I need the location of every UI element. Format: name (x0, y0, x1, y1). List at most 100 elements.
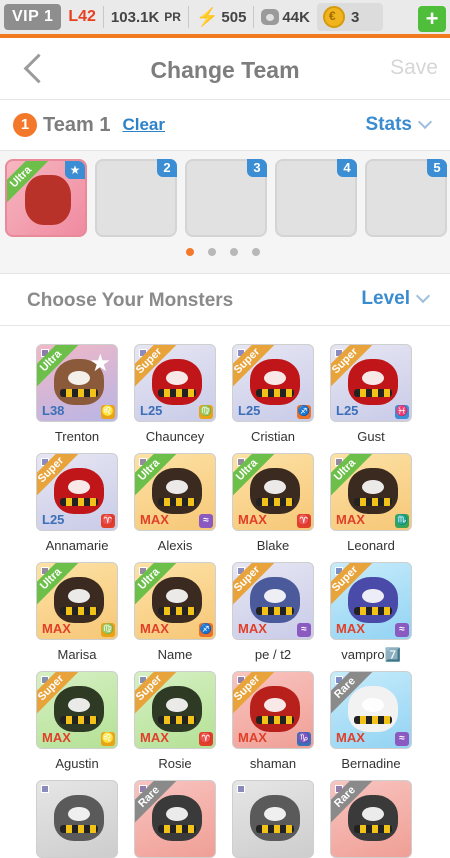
monster-name: vampro7️⃣ (341, 647, 401, 662)
element-sign-icon: ♈ (297, 514, 311, 528)
monster-card[interactable]: Ultra MAX ♐ (134, 562, 216, 640)
team-slot[interactable]: 4 (275, 159, 357, 237)
monster-card[interactable]: Ultra MAX ♍ (36, 562, 118, 640)
clear-team-button[interactable]: Clear (122, 115, 165, 135)
monster-level: L38 (42, 403, 65, 418)
team-name: Team 1 (43, 113, 111, 136)
page-dot[interactable] (252, 248, 260, 256)
team-slot[interactable]: Ultra ★ (5, 159, 87, 237)
monster-card[interactable]: Super MAX ≈ (330, 562, 412, 640)
monster-level: MAX (336, 512, 365, 527)
monster-portrait (250, 577, 300, 623)
monster-card[interactable]: Super MAX ♈ (134, 671, 216, 749)
monster-portrait (250, 795, 300, 841)
star-icon: ★ (89, 350, 111, 377)
power-rating: 103.1K PR (107, 9, 185, 26)
back-button[interactable] (18, 52, 52, 86)
monster-portrait (348, 686, 398, 732)
monster-card[interactable]: Super MAX ≈ (232, 562, 314, 640)
monster-portrait (152, 795, 202, 841)
monster-card[interactable]: Rare (134, 780, 216, 858)
energy-counter[interactable]: ⚡ 505 (192, 7, 250, 28)
monster-portrait (54, 468, 104, 514)
team-slots: Ultra ★ 2 3 4 5 (0, 150, 450, 274)
coin-value: 3 (350, 8, 360, 26)
power-unit: PR (164, 10, 181, 24)
monster-level: MAX (238, 730, 267, 745)
energy-value: 505 (221, 8, 247, 26)
element-sign-icon: ♓ (395, 405, 409, 419)
add-currency-button[interactable]: + (418, 6, 446, 32)
team-slot[interactable]: 2 (95, 159, 177, 237)
element-sign-icon: ♈ (199, 732, 213, 746)
monster-card[interactable]: Rare (330, 780, 412, 858)
monster-card[interactable]: Super MAX ♌ (36, 671, 118, 749)
monster-card[interactable]: Super L25 ♐ (232, 344, 314, 422)
element-sign-icon: ≈ (395, 732, 409, 746)
player-level: L42 (68, 8, 96, 25)
monster-card[interactable]: Ultra MAX ♏ (330, 453, 412, 531)
monster-name: Chauncey (145, 429, 205, 444)
monster-card[interactable]: Super MAX ♑ (232, 671, 314, 749)
monster-card[interactable]: Rare MAX ≈ (330, 671, 412, 749)
monster-level: MAX (42, 621, 71, 636)
slot-number: 2 (157, 159, 177, 177)
sort-label: Level (361, 288, 410, 309)
slot-number: 5 (427, 159, 447, 177)
monster-portrait (54, 795, 104, 841)
monster-portrait (250, 686, 300, 732)
monster-level: MAX (140, 512, 169, 527)
element-sign-icon: ♍ (199, 405, 213, 419)
monster-name: pe / t2 (254, 647, 292, 662)
coin-counter[interactable]: 3 (316, 3, 383, 31)
monster-name: Gust (357, 429, 385, 444)
divider (253, 6, 255, 28)
monster-card[interactable]: Super L25 ♓ (330, 344, 412, 422)
monster-name: Bernadine (341, 756, 401, 771)
food-value: 44K (282, 8, 310, 26)
monster-portrait (348, 577, 398, 623)
monster-card[interactable] (36, 780, 118, 858)
monster-level: L25 (42, 512, 65, 527)
page-dot[interactable] (186, 248, 194, 256)
team-slot[interactable]: 5 (365, 159, 447, 237)
monster-section-header: Choose Your Monsters Level (0, 276, 450, 326)
monster-card[interactable] (232, 780, 314, 858)
monster-portrait (348, 795, 398, 841)
page-dot[interactable] (230, 248, 238, 256)
page-indicator (186, 248, 260, 256)
sort-dropdown[interactable]: Level (361, 288, 431, 310)
element-sign-icon: ≈ (199, 514, 213, 528)
chevron-down-icon (417, 114, 433, 130)
element-sign-icon: ≈ (395, 623, 409, 637)
team-slot[interactable]: 3 (185, 159, 267, 237)
chevron-down-icon (415, 288, 431, 304)
monster-card[interactable]: Super L25 ♍ (134, 344, 216, 422)
section-title: Choose Your Monsters (27, 289, 234, 311)
monster-card[interactable]: Ultra MAX ≈ (134, 453, 216, 531)
save-button[interactable]: Save (390, 56, 438, 80)
monster-level: L25 (140, 403, 163, 418)
monster-level: L25 (336, 403, 359, 418)
vip-badge[interactable]: VIP 1 (4, 4, 62, 30)
divider (187, 6, 189, 28)
monster-level: MAX (336, 730, 365, 745)
monster-level: L25 (238, 403, 261, 418)
status-bar: VIP 1 L42 103.1K PR ⚡ 505 44K 3 + (0, 0, 450, 38)
monster-name: Cristian (250, 429, 296, 444)
monster-card[interactable]: Super L25 ♈ (36, 453, 118, 531)
element-sign-icon: ♈ (101, 514, 115, 528)
element-sign-icon: ♌ (101, 732, 115, 746)
food-counter[interactable]: 44K (257, 9, 314, 26)
element-sign-icon: ♍ (101, 623, 115, 637)
page-dot[interactable] (208, 248, 216, 256)
monster-card[interactable]: Ultra ★ L38 ♌ (36, 344, 118, 422)
element-sign-icon: ♏ (395, 514, 409, 528)
nav-header: Change Team Save (0, 42, 450, 100)
stats-label: Stats (365, 114, 412, 135)
monster-card[interactable]: Ultra MAX ♈ (232, 453, 314, 531)
monster-name: Name (157, 647, 193, 662)
stats-dropdown[interactable]: Stats (365, 114, 433, 136)
monster-portrait (348, 468, 398, 514)
element-sign-icon: ♐ (199, 623, 213, 637)
